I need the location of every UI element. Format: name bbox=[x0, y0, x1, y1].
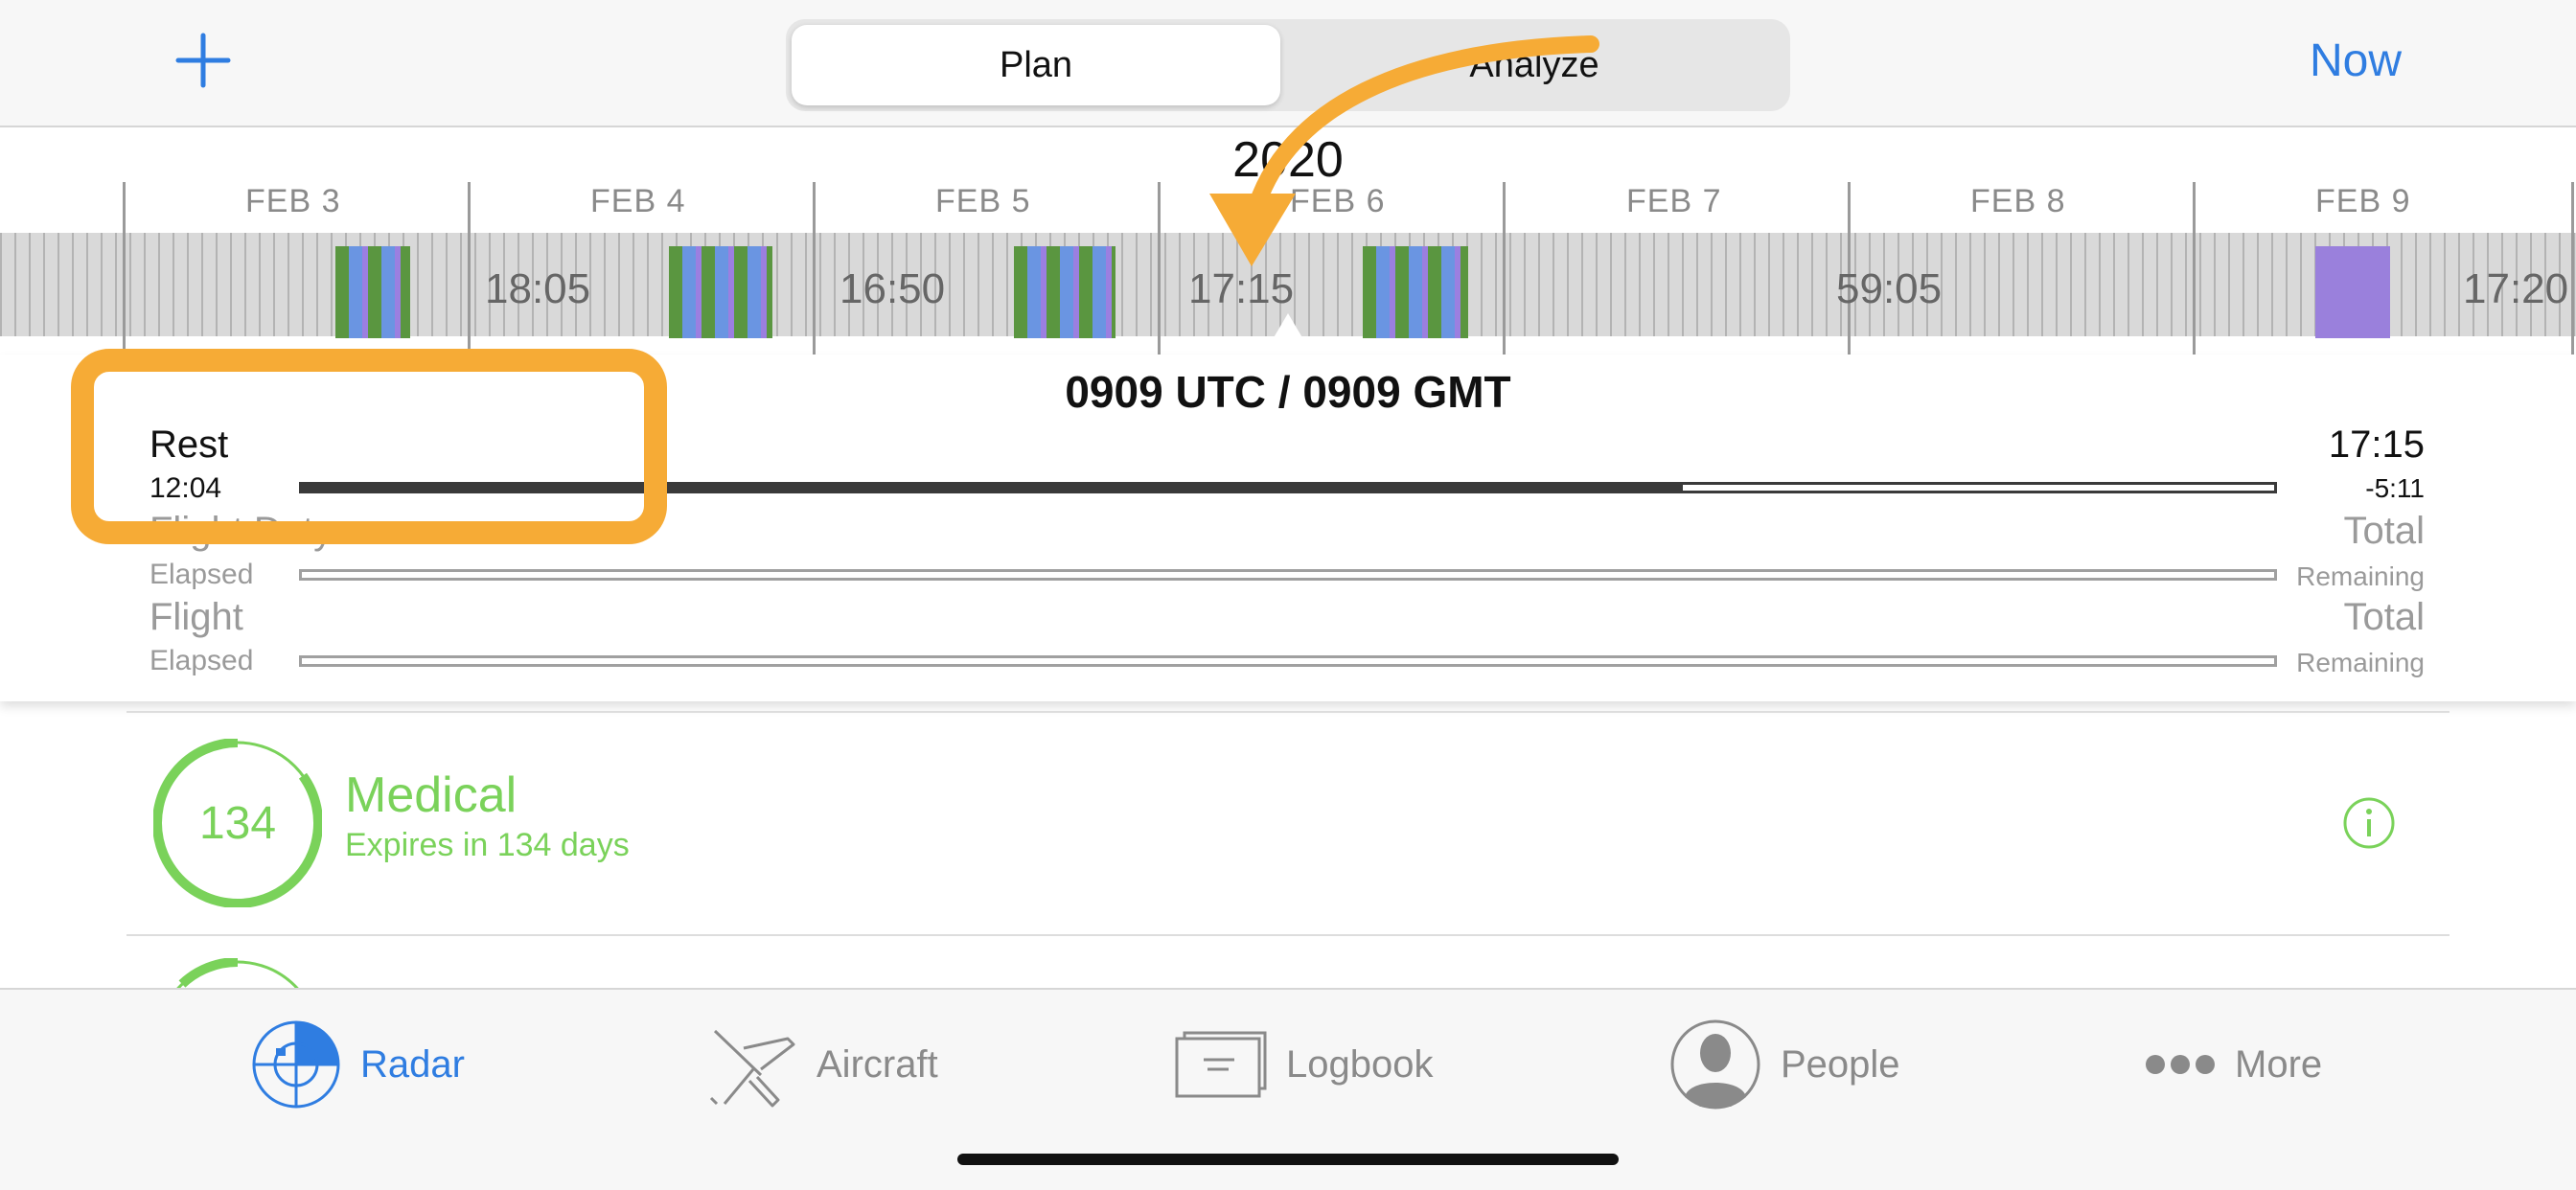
flight-progress-bar bbox=[299, 655, 2277, 667]
tab-more[interactable]: More bbox=[2145, 1015, 2322, 1114]
flight-duty-total-label: Total bbox=[2343, 510, 2426, 552]
timeline-year: 2020 bbox=[1232, 132, 1344, 188]
duty-period-block[interactable] bbox=[1363, 246, 1468, 338]
day-divider bbox=[1158, 182, 1161, 355]
rest-duration-label: 17:20 bbox=[2463, 265, 2569, 312]
flight-duty-elapsed-label: Elapsed bbox=[150, 559, 254, 590]
tab-label: Aircraft bbox=[816, 1042, 938, 1086]
duty-period-block[interactable] bbox=[1014, 246, 1116, 338]
info-icon[interactable] bbox=[2342, 796, 2396, 850]
day-label: FEB 8 bbox=[1970, 183, 2066, 219]
day-divider bbox=[2571, 182, 2574, 355]
flight-elapsed-label: Elapsed bbox=[150, 645, 254, 676]
duty-period-block[interactable] bbox=[669, 246, 772, 338]
day-label: FEB 3 bbox=[245, 183, 341, 219]
day-label: FEB 9 bbox=[2315, 183, 2411, 219]
rest-duration-label: 17:15 bbox=[1188, 265, 1295, 312]
duty-period-block[interactable] bbox=[335, 246, 410, 338]
day-divider bbox=[813, 182, 816, 355]
current-time-pointer bbox=[1263, 313, 1313, 355]
now-button[interactable]: Now bbox=[2310, 34, 2402, 87]
tab-radar[interactable]: Radar bbox=[251, 1015, 465, 1114]
person-icon bbox=[1670, 1019, 1760, 1110]
tab-label: More bbox=[2235, 1042, 2323, 1086]
airplane-icon bbox=[709, 1029, 795, 1108]
list-separator bbox=[126, 934, 2450, 936]
tab-aircraft[interactable]: Aircraft bbox=[707, 1015, 938, 1114]
segment-analyze[interactable]: Analyze bbox=[1284, 25, 1784, 105]
day-label: FEB 6 bbox=[1290, 183, 1386, 219]
list-separator bbox=[126, 711, 2450, 713]
flight-duty-remaining-label: Remaining bbox=[2296, 561, 2425, 591]
medical-title: Medical bbox=[345, 767, 518, 823]
duty-period-block[interactable] bbox=[2315, 246, 2390, 338]
tab-logbook[interactable]: Logbook bbox=[1175, 1015, 1433, 1114]
tab-people[interactable]: People bbox=[1669, 1015, 1900, 1114]
rest-duration-label: 18:05 bbox=[485, 265, 591, 312]
day-label: FEB 7 bbox=[1626, 183, 1722, 219]
home-indicator bbox=[957, 1154, 1619, 1165]
flight-remaining-label: Remaining bbox=[2296, 648, 2425, 677]
flight-duty-progress-bar bbox=[299, 569, 2277, 581]
tab-label: Logbook bbox=[1286, 1042, 1434, 1086]
logbook-icon bbox=[1175, 1031, 1267, 1098]
day-divider bbox=[468, 182, 471, 355]
tab-label: Radar bbox=[360, 1042, 465, 1086]
flight-row-title: Flight bbox=[150, 596, 243, 638]
tab-label: People bbox=[1781, 1042, 1900, 1086]
radar-icon bbox=[252, 1020, 340, 1109]
rest-duration-label: 16:50 bbox=[840, 265, 946, 312]
annotation-highlight-box bbox=[71, 349, 667, 544]
more-dots-icon bbox=[2146, 1055, 2215, 1074]
duty-timeline[interactable]: 2020 FEB 3 FEB 4 FEB 5 FEB 6 FEB 7 FEB 8… bbox=[0, 129, 2576, 355]
flight-total-label: Total bbox=[2343, 596, 2426, 638]
rest-duration-label: 59:05 bbox=[1836, 265, 1943, 312]
medical-days-remaining: 134 bbox=[198, 797, 277, 849]
top-navigation-bar: Plan Analyze Now bbox=[0, 0, 2576, 127]
day-divider bbox=[123, 182, 126, 355]
day-label: FEB 4 bbox=[590, 183, 686, 219]
medical-currency-row[interactable]: 134 Medical Expires in 134 days bbox=[126, 714, 2450, 934]
add-button[interactable] bbox=[174, 32, 232, 89]
medical-expiry-text: Expires in 134 days bbox=[345, 827, 630, 863]
plus-icon bbox=[175, 33, 231, 88]
plan-analyze-segmented-control: Plan Analyze bbox=[786, 19, 1790, 111]
day-label: FEB 5 bbox=[935, 183, 1031, 219]
rest-total: 17:15 bbox=[2328, 423, 2425, 466]
day-divider bbox=[1503, 182, 1506, 355]
segment-plan[interactable]: Plan bbox=[792, 25, 1280, 105]
day-divider bbox=[2193, 182, 2196, 355]
rest-remaining: -5:11 bbox=[2365, 473, 2425, 503]
